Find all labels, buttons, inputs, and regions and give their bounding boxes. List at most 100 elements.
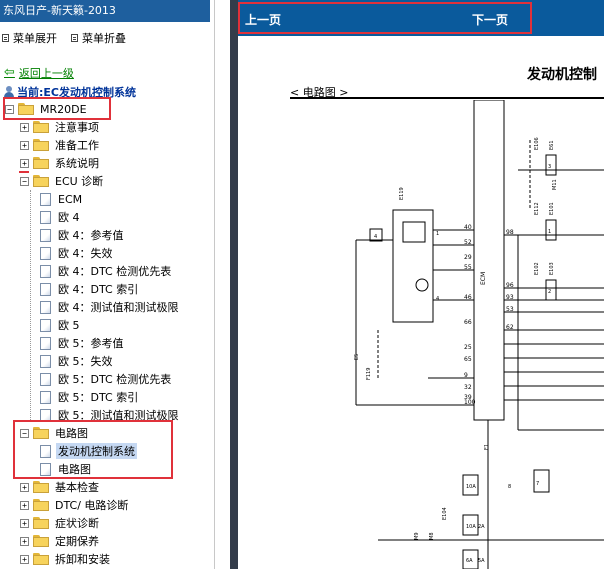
connector-label: E102 bbox=[534, 262, 540, 275]
previous-page-button[interactable]: 上一页 bbox=[245, 11, 281, 28]
document-icon bbox=[40, 246, 51, 260]
tree-item-eu4ref[interactable]: 欧 4：参考值 bbox=[40, 226, 126, 244]
folder-icon bbox=[33, 139, 49, 151]
expand-icon[interactable]: + bbox=[20, 158, 29, 168]
folder-icon bbox=[33, 535, 49, 547]
tree-item-label: 欧 5：参考值 bbox=[58, 337, 124, 350]
tree-item-circuitdoc[interactable]: 电路图 bbox=[40, 460, 93, 478]
folder-icon bbox=[33, 175, 49, 187]
collapse-menu-button[interactable]: 菜单折叠 bbox=[71, 30, 126, 46]
tree-item-maint[interactable]: + 定期保养 bbox=[20, 532, 101, 550]
expand-menu-label: 菜单展开 bbox=[13, 32, 57, 45]
folder-icon bbox=[33, 121, 49, 133]
tree-item-eu5dtcp[interactable]: 欧 5：DTC 检测优先表 bbox=[40, 370, 173, 388]
tree-item-label: 欧 4：DTC 检测优先表 bbox=[58, 265, 172, 278]
tree-item-notes[interactable]: + 注意事项 bbox=[20, 118, 101, 136]
tree-item-basic[interactable]: + 基本检查 bbox=[20, 478, 101, 496]
collapse-icon[interactable]: − bbox=[20, 428, 29, 438]
document-icon bbox=[40, 300, 51, 314]
tree-item-symptom[interactable]: + 症状诊断 bbox=[20, 514, 101, 532]
tree-item-mr20de[interactable]: − MR20DE bbox=[5, 100, 89, 118]
tree-item-eu4dtci[interactable]: 欧 4：DTC 索引 bbox=[40, 280, 140, 298]
ecm-right-pin-label: 93 bbox=[506, 294, 514, 301]
document-icon bbox=[40, 318, 51, 332]
document-icon bbox=[40, 228, 51, 242]
expand-icon[interactable]: + bbox=[20, 122, 29, 132]
tree-item-eu4dtcp[interactable]: 欧 4：DTC 检测优先表 bbox=[40, 262, 173, 280]
tree-item-label: 欧 4：参考值 bbox=[58, 229, 124, 242]
tree-item-eu5test[interactable]: 欧 5：测试值和测试极限 bbox=[40, 406, 181, 424]
menu-toolbar: 菜单展开 菜单折叠 bbox=[2, 30, 126, 46]
tree-item-eu5dtci[interactable]: 欧 5：DTC 索引 bbox=[40, 388, 140, 406]
folder-icon bbox=[33, 499, 49, 511]
expand-icon[interactable]: + bbox=[20, 536, 29, 546]
sensor-coil bbox=[415, 278, 429, 292]
expand-icon[interactable]: + bbox=[20, 482, 29, 492]
ecm-pin-label: 32 bbox=[464, 384, 472, 391]
tree-item-eu4fail[interactable]: 欧 4：失效 bbox=[40, 244, 115, 262]
tree-item-label: MR20DE bbox=[40, 102, 87, 116]
tree-item-label: ECU 诊断 bbox=[55, 175, 104, 188]
sensor-inner-box bbox=[402, 221, 426, 243]
ecm-pin-label: 65 bbox=[464, 356, 472, 363]
expand-icon[interactable]: + bbox=[20, 518, 29, 528]
document-icon bbox=[40, 408, 51, 422]
ecm-right-pin-label: 53 bbox=[506, 306, 514, 313]
tree-item-label: ECM bbox=[58, 192, 83, 206]
next-page-button[interactable]: 下一页 bbox=[472, 11, 508, 28]
tree-item-label: 欧 4：测试值和测试极限 bbox=[58, 301, 179, 314]
tree-item-eu4test[interactable]: 欧 4：测试值和测试极限 bbox=[40, 298, 181, 316]
tree-item-eu5ref[interactable]: 欧 5：参考值 bbox=[40, 334, 126, 352]
tree-item-label: 欧 4 bbox=[58, 211, 80, 224]
expand-icon[interactable]: + bbox=[20, 554, 29, 564]
ecm-pin-label: 25 bbox=[464, 344, 472, 351]
document-icon bbox=[40, 462, 51, 476]
ecm-label: ECM bbox=[480, 272, 487, 285]
ecm-block bbox=[473, 100, 505, 421]
tree-item-label: 欧 4：DTC 索引 bbox=[58, 283, 139, 296]
terminal-label: 2 bbox=[548, 289, 551, 295]
back-link[interactable]: ⇦ 返回上一级 bbox=[4, 65, 74, 81]
tree-item-label: 注意事项 bbox=[55, 121, 99, 134]
connector-label: E103 bbox=[549, 262, 555, 275]
terminal-label: 3 bbox=[548, 164, 551, 170]
tree-item-label: 定期保养 bbox=[55, 535, 99, 548]
terminal-label: 2A bbox=[478, 524, 485, 530]
expand-icon[interactable]: + bbox=[20, 500, 29, 510]
expand-menu-button[interactable]: 菜单展开 bbox=[2, 30, 57, 46]
tree-item-ecu[interactable]: − ECU 诊断 bbox=[20, 172, 105, 190]
folder-icon bbox=[33, 481, 49, 493]
ecm-pin-label: 52 bbox=[464, 239, 472, 246]
connector-label: M8 bbox=[429, 533, 435, 541]
tree-item-removal[interactable]: + 拆卸和安装 bbox=[20, 550, 112, 568]
connector-label: E104 bbox=[442, 507, 448, 520]
document-icon bbox=[40, 444, 51, 458]
tree-item-label: DTC/ 电路诊断 bbox=[55, 499, 129, 512]
expand-icon[interactable]: + bbox=[20, 140, 29, 150]
tree-item-label: 欧 5：失效 bbox=[58, 355, 113, 368]
tree-item-ecsys[interactable]: 发动机控制系统 bbox=[40, 442, 137, 460]
ecm-pin-label: 40 bbox=[464, 224, 472, 231]
ecm-pin-label: 100 bbox=[464, 399, 476, 406]
collapse-icon[interactable]: − bbox=[20, 176, 29, 186]
terminal-label: 4 bbox=[374, 234, 377, 240]
ecm-pin-label: 55 bbox=[464, 264, 472, 271]
collapse-icon[interactable]: − bbox=[5, 104, 14, 114]
tree-item-label: 欧 5：DTC 检测优先表 bbox=[58, 373, 172, 386]
tree-item-label: 拆卸和安装 bbox=[55, 553, 110, 566]
tree-item-sysdesc[interactable]: + 系统说明 bbox=[20, 154, 101, 172]
tree-item-label: 电路图 bbox=[55, 427, 88, 440]
tree-item-eu5[interactable]: 欧 5 bbox=[40, 316, 82, 334]
tree-item-prep[interactable]: + 准备工作 bbox=[20, 136, 101, 154]
collapse-menu-label: 菜单折叠 bbox=[82, 32, 126, 45]
tree-item-eu5fail[interactable]: 欧 5：失效 bbox=[40, 352, 115, 370]
tree-item-ecm[interactable]: ECM bbox=[40, 190, 84, 208]
tree-item-dtcdiag[interactable]: + DTC/ 电路诊断 bbox=[20, 496, 130, 514]
pane-divider[interactable] bbox=[214, 0, 230, 569]
connector-label: E119 bbox=[399, 187, 405, 200]
tree-item-circuit[interactable]: − 电路图 bbox=[20, 424, 90, 442]
tree-item-label: 欧 4：失效 bbox=[58, 247, 113, 260]
red-marker bbox=[19, 171, 29, 173]
current-location: 当前:EC发动机控制系统 bbox=[4, 84, 136, 100]
tree-item-eu4[interactable]: 欧 4 bbox=[40, 208, 82, 226]
